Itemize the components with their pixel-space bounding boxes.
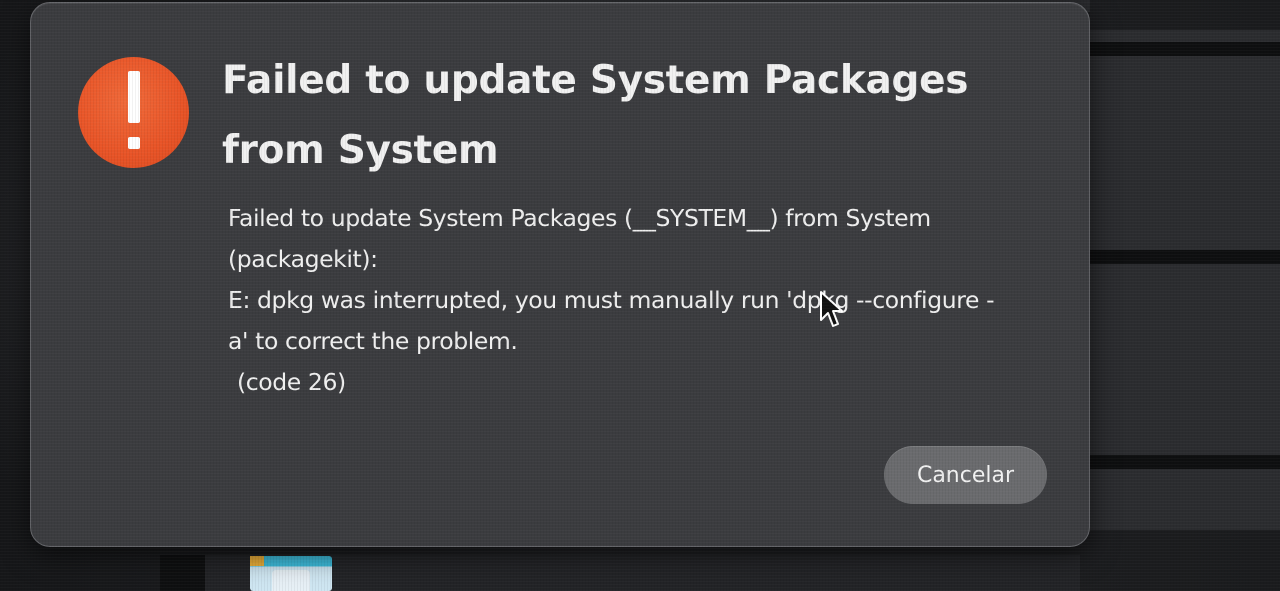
exclamation-icon-glyph — [127, 70, 140, 149]
error-code: (code 26) — [237, 368, 346, 396]
error-message: Failed to update System Packages (__SYST… — [228, 198, 1058, 403]
taskbar-edge — [160, 555, 205, 591]
error-message-line: a' to correct the problem. — [228, 327, 518, 355]
mouse-pointer-icon — [820, 291, 843, 327]
background-window-divider — [1085, 42, 1280, 56]
background-window-divider — [1085, 250, 1280, 264]
background-window-divider — [1085, 455, 1280, 469]
error-message-line: (packagekit): — [228, 245, 378, 273]
taskbar-app-icon[interactable] — [250, 556, 332, 591]
error-message-line: Failed to update System Packages (__SYST… — [228, 204, 931, 232]
dialog-title: Failed to update System Packages from Sy… — [222, 58, 969, 173]
cancel-button[interactable]: Cancelar — [884, 446, 1047, 504]
error-message-line: E: dpkg was interrupted, you must manual… — [228, 286, 995, 314]
exclamation-icon — [78, 57, 189, 168]
